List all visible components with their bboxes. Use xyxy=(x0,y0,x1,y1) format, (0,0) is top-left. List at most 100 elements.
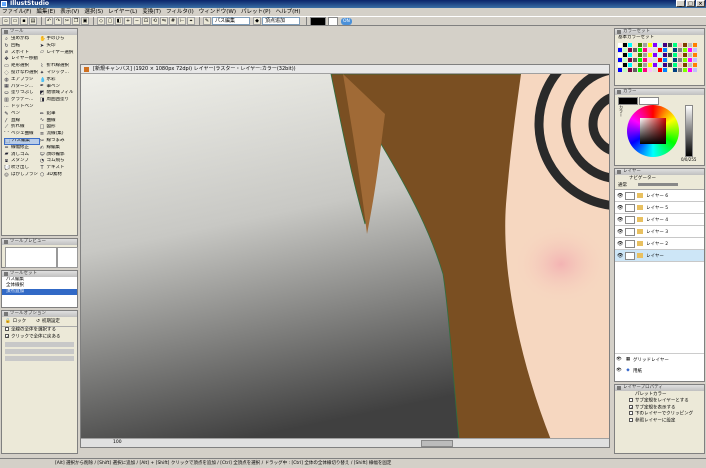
color-swatch[interactable] xyxy=(633,43,637,47)
lock-button[interactable]: ロック xyxy=(13,318,27,325)
color-swatch[interactable] xyxy=(618,48,622,52)
color-swatch[interactable] xyxy=(653,68,657,72)
option-checkbox[interactable] xyxy=(629,417,633,422)
color-swatch[interactable] xyxy=(643,68,647,72)
tool-polyline-select[interactable]: ⌇ 折れ線選択 xyxy=(40,63,76,70)
color-swatch[interactable] xyxy=(663,63,667,67)
color-swatch[interactable] xyxy=(663,43,667,47)
color-swatch[interactable] xyxy=(663,68,667,72)
eye-icon[interactable]: 👁 xyxy=(617,217,623,223)
hue-wheel[interactable] xyxy=(627,105,679,157)
ruler-icon[interactable]: ⊢ xyxy=(178,17,186,25)
color-swatch[interactable] xyxy=(678,58,682,62)
color-swatch[interactable] xyxy=(658,48,662,52)
color-swatch[interactable] xyxy=(618,53,622,57)
color-swatch[interactable] xyxy=(688,68,692,72)
color-swatch[interactable] xyxy=(688,48,692,52)
tool-layer-select[interactable]: ▱ レイヤー選択 xyxy=(40,50,76,57)
color-swatch[interactable] xyxy=(668,63,672,67)
color-swatch[interactable] xyxy=(643,43,647,47)
option-checkbox[interactable] xyxy=(629,404,633,409)
option-click-return-checkbox[interactable] xyxy=(5,333,9,338)
on-badge[interactable]: ON xyxy=(341,17,352,25)
fit-icon[interactable]: ⊡ xyxy=(142,17,150,25)
tool-rect-select[interactable]: ▭ 矩形選択 xyxy=(4,63,40,70)
color-swatch[interactable] xyxy=(623,43,627,47)
zoom-value[interactable]: 100 xyxy=(113,440,122,445)
tool-magnifier[interactable]: ⌕ 虫めがね xyxy=(4,36,40,43)
color-swatch[interactable] xyxy=(618,43,622,47)
menu-item[interactable]: 編集(E) xyxy=(36,8,55,16)
cut-icon[interactable]: ✂ xyxy=(63,17,71,25)
color-swatch[interactable] xyxy=(623,53,627,57)
tool-eraser[interactable]: ▰ 消しゴム xyxy=(4,152,40,159)
menu-item[interactable]: 表示(V) xyxy=(60,8,79,16)
layer-row[interactable]: 👁 レイヤー xyxy=(615,250,704,262)
color-swatch[interactable] xyxy=(693,48,697,52)
color-swatch[interactable] xyxy=(653,43,657,47)
tool-dot-pen[interactable]: ⋯ ドットペン xyxy=(4,104,40,111)
color-swatch[interactable] xyxy=(678,43,682,47)
layer-row[interactable]: 👁 レイヤー 2 xyxy=(615,238,704,250)
color-swatch[interactable] xyxy=(668,43,672,47)
color-swatch[interactable] xyxy=(688,53,692,57)
tool-line[interactable]: ╱ 直線 xyxy=(4,118,40,125)
layer-row[interactable]: 👁 レイヤー 3 xyxy=(615,226,704,238)
color-swatch[interactable] xyxy=(658,43,662,47)
undo-icon[interactable]: ↶ xyxy=(45,17,53,25)
invert-icon[interactable]: ◧ xyxy=(115,17,123,25)
color-swatch[interactable] xyxy=(638,68,642,72)
tool-surround-fill[interactable]: ◨ 周囲囲塗り xyxy=(40,97,76,104)
color-swatch[interactable] xyxy=(678,48,682,52)
color-swatch[interactable] xyxy=(633,58,637,62)
palette-color-label[interactable]: パレットカラー xyxy=(615,391,704,398)
color-swatch[interactable] xyxy=(618,63,622,67)
tool-magic-wand[interactable]: ✦ マジック… xyxy=(40,70,76,77)
tool-move[interactable]: ✥ レイヤー移動 xyxy=(4,56,40,63)
blend-mode-select[interactable]: 通常 xyxy=(618,183,627,188)
color-swatch[interactable] xyxy=(663,53,667,57)
open-file-icon[interactable]: ▭ xyxy=(11,17,19,25)
mode-select[interactable]: 頂点追加 xyxy=(262,17,300,25)
tool-curve[interactable]: ∿ 曲線 xyxy=(40,118,76,125)
lock-icon[interactable]: 🔒 xyxy=(5,318,11,325)
menu-item[interactable]: パレット(P) xyxy=(241,8,271,16)
tool-brush-pen[interactable]: ✒ 筆ペン xyxy=(40,84,76,91)
color-swatch[interactable] xyxy=(673,53,677,57)
eye-icon[interactable]: 👁 xyxy=(617,241,623,247)
init-button[interactable]: 初期設定 xyxy=(42,318,60,325)
eye-icon[interactable]: 👁 xyxy=(617,205,623,211)
grid-icon[interactable]: # xyxy=(169,17,177,25)
color-swatch[interactable] xyxy=(643,58,647,62)
color-swatch[interactable] xyxy=(648,63,652,67)
tool-closed-fill[interactable]: ◩ 閉領域フィル xyxy=(40,90,76,97)
eye-icon[interactable]: 👁 xyxy=(617,229,623,235)
color-swatch[interactable] xyxy=(638,53,642,57)
color-swatch[interactable] xyxy=(643,48,647,52)
minimize-button[interactable]: _ xyxy=(676,0,685,7)
color-swatch[interactable] xyxy=(643,63,647,67)
color-swatch[interactable] xyxy=(623,48,627,52)
color-swatch[interactable] xyxy=(653,63,657,67)
grid-layer-row[interactable]: 👁 ▦ グリッドレイヤー xyxy=(615,353,704,365)
tool-bucket[interactable]: ⛀ 塗りつぶし xyxy=(4,90,40,97)
layer-row[interactable]: 👁 レイヤー 6 xyxy=(615,190,704,202)
color-swatch[interactable] xyxy=(683,43,687,47)
eye-icon[interactable]: 👁 xyxy=(617,193,623,199)
color-swatch[interactable] xyxy=(688,63,692,67)
color-swatch[interactable] xyxy=(668,58,672,62)
color-swatch[interactable] xyxy=(633,48,637,52)
tool-polyline[interactable]: ⟋ 折れ線 xyxy=(4,124,40,131)
color-swatch[interactable] xyxy=(683,58,687,62)
tool-pencil[interactable]: ✏ 鉛筆 xyxy=(40,111,76,118)
color-swatch[interactable] xyxy=(623,58,627,62)
color-swatch[interactable] xyxy=(678,63,682,67)
color-swatch[interactable] xyxy=(693,53,697,57)
tool-face[interactable]: ☺ 顔の輪郭 xyxy=(40,152,76,159)
current-color-swatch[interactable] xyxy=(618,97,638,105)
color-swatch[interactable] xyxy=(648,48,652,52)
color-swatch[interactable] xyxy=(673,43,677,47)
paper-eye-icon[interactable]: 👁 xyxy=(615,368,623,373)
paper-layer-row[interactable]: 👁 ◆ 用紙 xyxy=(615,365,704,376)
color-swatch[interactable] xyxy=(683,63,687,67)
